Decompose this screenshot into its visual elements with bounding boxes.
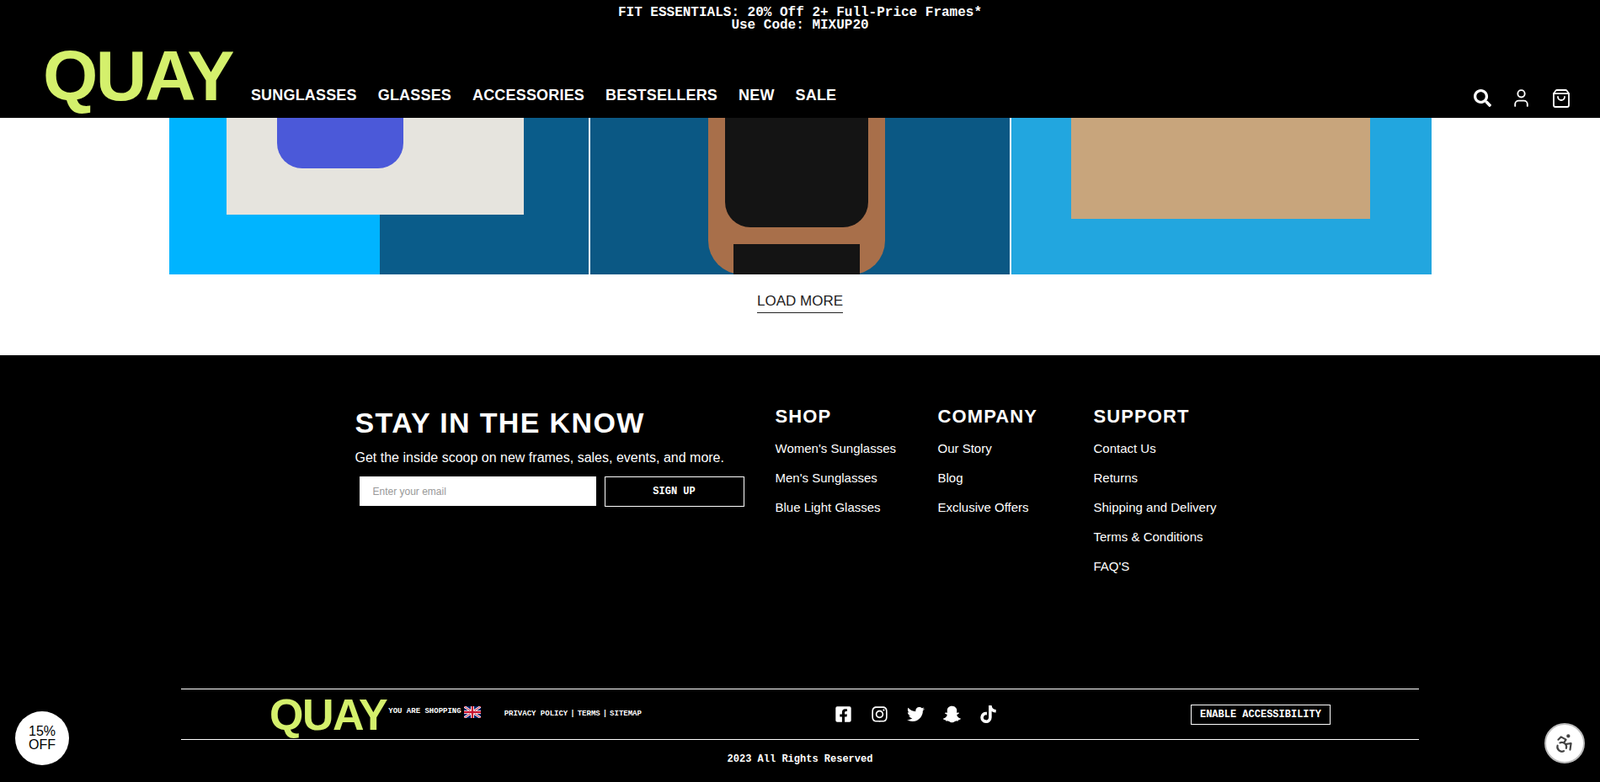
- footer-link[interactable]: Shipping and Delivery: [1093, 499, 1246, 517]
- account-icon[interactable]: [1510, 87, 1532, 109]
- tile-image[interactable]: [590, 117, 1010, 275]
- facebook-icon[interactable]: [834, 705, 853, 724]
- logo[interactable]: QUAY: [42, 40, 233, 112]
- discount-badge-line: OFF: [28, 738, 56, 752]
- footer-link[interactable]: Terms & Conditions: [1093, 528, 1246, 546]
- legal-link[interactable]: PRIVACY POLICY: [504, 709, 569, 721]
- footer-link[interactable]: Blog: [938, 469, 1094, 487]
- accessibility-icon: [1553, 732, 1576, 755]
- snapchat-icon[interactable]: [943, 705, 961, 724]
- page: FIT ESSENTIALS: 20% Off 2+ Full-Price Fr…: [0, 0, 1600, 782]
- discount-badge-line: 15%: [28, 725, 56, 739]
- footer-link[interactable]: Exclusive Offers: [938, 499, 1094, 517]
- announcement-line: FIT ESSENTIALS: 20% Off 2+ Full-Price Fr…: [618, 6, 982, 20]
- footer-left-group: QUAYYOU ARE SHOPPINGPRIVACY POLICY|TERMS…: [269, 693, 642, 737]
- nav-item[interactable]: BESTSELLERS: [605, 84, 718, 107]
- footer-logo[interactable]: QUAY: [269, 693, 387, 737]
- newsletter-subtitle: Get the inside scoop on new frames, sale…: [355, 448, 776, 468]
- nav-item[interactable]: SALE: [795, 84, 838, 107]
- search-icon[interactable]: [1473, 89, 1492, 107]
- announcement-bar: FIT ESSENTIALS: 20% Off 2+ Full-Price Fr…: [0, 0, 1600, 32]
- footer-link[interactable]: Women's Sunglasses: [775, 440, 939, 458]
- twitter-icon[interactable]: [906, 705, 925, 724]
- load-more-section: LOAD MORE: [0, 274, 1600, 356]
- email-input[interactable]: [359, 476, 597, 507]
- accessibility-widget[interactable]: [1544, 723, 1585, 764]
- nav-item[interactable]: ACCESSORIES: [472, 84, 585, 107]
- header: FIT ESSENTIALS: 20% Off 2+ Full-Price Fr…: [0, 0, 1600, 118]
- tile-image[interactable]: [1011, 117, 1431, 275]
- nav-item[interactable]: NEW: [738, 84, 775, 107]
- nav-item[interactable]: SUNGLASSES: [250, 84, 358, 107]
- footer-column: COMPANY Our Story Blog Exclusive Offers: [938, 405, 1094, 689]
- footer-link[interactable]: Men's Sunglasses: [775, 469, 939, 487]
- footer-link[interactable]: Contact Us: [1093, 440, 1246, 458]
- legal-link[interactable]: SITEMAP: [609, 709, 642, 721]
- sign-up-button[interactable]: SIGN UP: [604, 476, 745, 507]
- footer-link[interactable]: Returns: [1093, 469, 1246, 487]
- discount-badge[interactable]: 15%OFF: [15, 711, 70, 766]
- header-main: QUAY SUNGLASSES GLASSES ACCESSORIES BESTSELL…: [0, 40, 1600, 118]
- tiktok-icon[interactable]: [979, 705, 998, 724]
- footer-column-heading: COMPANY: [938, 405, 1094, 428]
- newsletter-title: STAY IN THE KNOW: [355, 405, 776, 440]
- footer-link[interactable]: Blue Light Glasses: [775, 499, 939, 517]
- footer-link[interactable]: FAQ'S: [1093, 558, 1246, 576]
- footer-column-heading: SHOP: [775, 405, 939, 428]
- footer-link[interactable]: Our Story: [938, 440, 1094, 458]
- social-links: [834, 705, 998, 724]
- tile-image[interactable]: [169, 117, 589, 275]
- load-more-button[interactable]: LOAD MORE: [757, 293, 843, 314]
- instagram-icon[interactable]: [870, 705, 889, 724]
- copyright: 2023 All Rights Reserved: [0, 740, 1600, 766]
- header-icons: [1473, 87, 1572, 109]
- nav-item[interactable]: GLASSES: [378, 84, 452, 107]
- bag-icon[interactable]: [1551, 88, 1572, 109]
- footer-main: STAY IN THE KNOW Get the inside scoop on …: [0, 355, 1600, 689]
- announcement-line: Use Code: MIXUP20: [730, 19, 869, 32]
- newsletter: STAY IN THE KNOW Get the inside scoop on …: [355, 405, 776, 689]
- legal-links: PRIVACY POLICY|TERMS|SITEMAP: [504, 709, 642, 721]
- footer-column: SUPPORT Contact Us Returns Shipping and Del…: [1093, 405, 1246, 689]
- tile-grid: [169, 117, 1432, 275]
- footer-column-heading: SUPPORT: [1093, 405, 1246, 428]
- enable-accessibility-button[interactable]: ENABLE ACCESSIBILITY: [1190, 704, 1331, 726]
- shopping-region[interactable]: YOU ARE SHOPPING: [388, 706, 480, 719]
- main-nav: SUNGLASSES GLASSES ACCESSORIES BESTSELLERS N…: [250, 84, 837, 107]
- legal-separator: |: [570, 709, 575, 721]
- footer-bottom-bar: QUAYYOU ARE SHOPPINGPRIVACY POLICY|TERMS…: [181, 688, 1419, 741]
- uk-flag-icon: [464, 706, 481, 719]
- newsletter-form: SIGN UP: [359, 476, 776, 507]
- footer: STAY IN THE KNOW Get the inside scoop on …: [0, 355, 1600, 782]
- legal-link[interactable]: TERMS: [577, 709, 601, 721]
- legal-separator: |: [602, 709, 608, 721]
- footer-column: SHOP Women's Sunglasses Men's Sunglasses Bl…: [775, 405, 939, 689]
